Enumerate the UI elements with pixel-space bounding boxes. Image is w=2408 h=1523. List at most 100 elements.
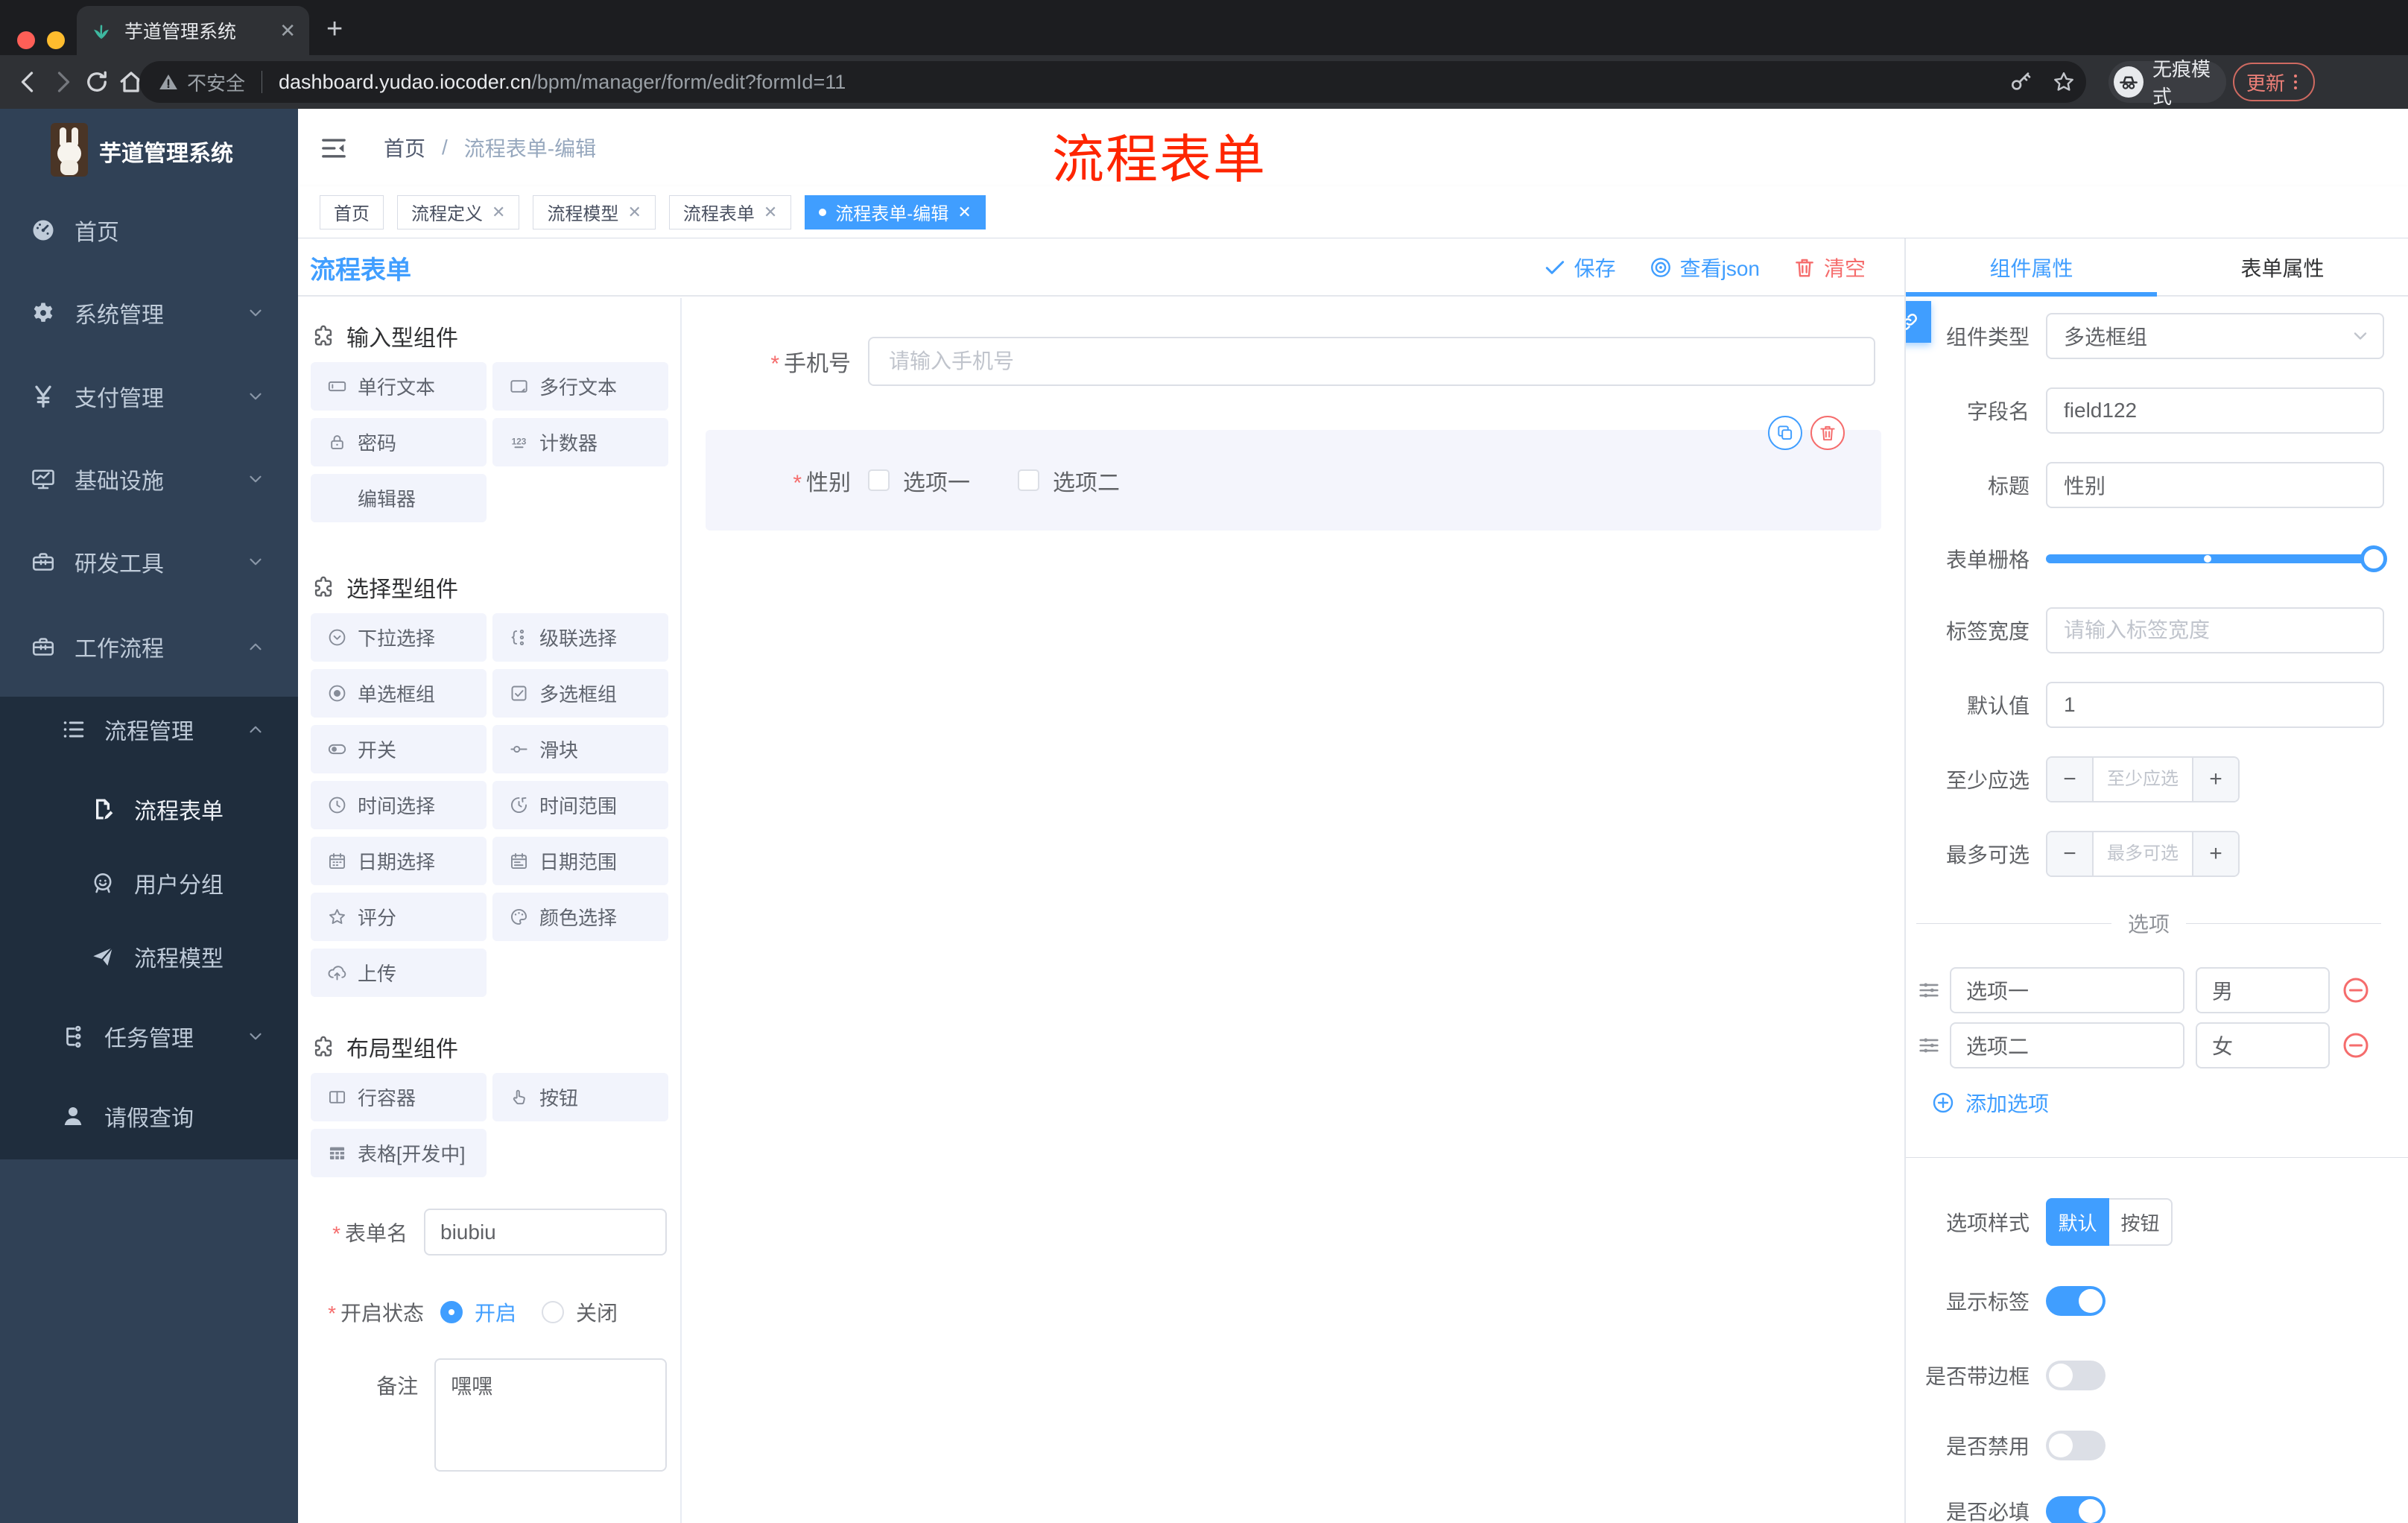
checkbox[interactable] [868, 469, 890, 491]
palette-item-date-picker[interactable]: 日期选择 [311, 837, 487, 885]
sidebar-item-task-mgmt[interactable]: 任务管理 [0, 1004, 298, 1069]
stepper-minus-button[interactable]: − [2047, 758, 2094, 801]
form-canvas[interactable]: *手机号 *性别 选项一 选项二 [683, 298, 1904, 1523]
palette-item-date-range[interactable]: 日期范围 [492, 837, 668, 885]
sidebar-collapse-icon[interactable] [319, 133, 349, 163]
data-binding-link-button[interactable] [1906, 301, 1931, 343]
palette-item-time-range[interactable]: 时间范围 [492, 781, 668, 829]
palette-item-time-picker[interactable]: 时间选择 [311, 781, 487, 829]
close-window-button[interactable] [17, 31, 35, 49]
border-toggle[interactable] [2046, 1361, 2106, 1390]
stepper-plus-button[interactable]: + [2192, 832, 2238, 876]
remark-textarea[interactable]: 嘿嘿 [434, 1358, 667, 1472]
remove-option-icon[interactable] [2341, 1030, 2371, 1060]
sidebar-item-home[interactable]: 首页 [0, 193, 298, 267]
bookmark-star-icon[interactable] [2052, 70, 2076, 94]
breadcrumb-home[interactable]: 首页 [384, 133, 425, 162]
tag-close-icon[interactable]: ✕ [957, 203, 971, 222]
minimize-window-button[interactable] [47, 31, 65, 49]
option-style-default-button[interactable]: 默认 [2046, 1198, 2109, 1246]
stepper-minus-button[interactable]: − [2047, 832, 2094, 876]
palette-item-cascader[interactable]: 级联选择 [492, 613, 668, 662]
disabled-toggle[interactable] [2046, 1431, 2106, 1460]
tag-process-model[interactable]: 流程模型 ✕ [533, 194, 656, 229]
slider-handle[interactable] [2360, 545, 2387, 572]
min-select-input[interactable] [2094, 758, 2192, 801]
sidebar-item-devtools[interactable]: 研发工具 [0, 525, 298, 599]
security-label[interactable]: 不安全 [187, 69, 245, 96]
checkbox[interactable] [1018, 469, 1039, 491]
option-label-input[interactable] [1950, 967, 2184, 1013]
drag-handle-icon[interactable] [1916, 978, 1942, 1003]
save-button[interactable]: 保存 [1543, 253, 1616, 282]
sidebar-item-infra[interactable]: 基础设施 [0, 442, 298, 516]
option-label-input[interactable] [1950, 1022, 2184, 1068]
tag-home[interactable]: 首页 [320, 194, 384, 229]
drag-handle-icon[interactable] [1916, 1033, 1942, 1058]
field-name-input[interactable] [2046, 387, 2384, 434]
palette-item-table[interactable]: 表格[开发中] [311, 1129, 487, 1177]
tag-close-icon[interactable]: ✕ [764, 203, 777, 222]
palette-item-radio-group[interactable]: 单选框组 [311, 669, 487, 718]
status-radio-off[interactable]: 关闭 [542, 1297, 618, 1327]
slider-track[interactable] [2046, 554, 2384, 563]
sidebar-item-process-form[interactable]: 流程表单 [0, 776, 298, 842]
option-value-input[interactable] [2196, 1022, 2330, 1068]
palette-item-row-container[interactable]: 行容器 [311, 1073, 487, 1121]
sidebar-item-system[interactable]: 系统管理 [0, 276, 298, 350]
reload-icon[interactable] [83, 69, 110, 95]
remove-option-icon[interactable] [2341, 975, 2371, 1005]
phone-input[interactable] [868, 337, 1875, 386]
form-name-input[interactable] [424, 1209, 667, 1256]
palette-item-slider[interactable]: 滑块 [492, 725, 668, 773]
palette-item-checkbox-group[interactable]: 多选框组 [492, 669, 668, 718]
view-json-button[interactable]: 查看json [1649, 253, 1760, 282]
label-width-input[interactable] [2046, 607, 2384, 653]
show-label-toggle[interactable] [2046, 1286, 2106, 1316]
sidebar-logo[interactable]: 芋道管理系统 [0, 109, 298, 193]
address-bar[interactable]: 不安全 dashboard.yudao.iocoder.cn/bpm/manag… [139, 61, 2086, 103]
forward-icon[interactable] [49, 69, 76, 95]
palette-item-text-input[interactable]: 单行文本 [311, 362, 487, 411]
sidebar-item-process-model[interactable]: 流程模型 [0, 924, 298, 990]
tab-component-props[interactable]: 组件属性 [1906, 238, 2157, 297]
palette-item-switch[interactable]: 开关 [311, 725, 487, 773]
add-option-button[interactable]: 添加选项 [1931, 1088, 2408, 1118]
tab-form-props[interactable]: 表单属性 [2157, 238, 2408, 297]
max-select-input[interactable] [2094, 832, 2192, 876]
form-grid-slider[interactable] [2046, 545, 2387, 573]
tag-process-form-edit[interactable]: 流程表单-编辑 ✕ [805, 194, 986, 229]
browser-menu-icon[interactable] [2294, 75, 2298, 89]
tab-close-icon[interactable]: ✕ [279, 19, 296, 42]
sidebar-item-process-mgmt[interactable]: 流程管理 [0, 697, 298, 762]
palette-item-password[interactable]: 密码 [311, 418, 487, 466]
palette-item-counter[interactable]: 计数器 [492, 418, 668, 466]
title-input[interactable] [2046, 462, 2384, 508]
browser-tab[interactable]: 芋道管理系统 ✕ [77, 6, 309, 55]
stepper-plus-button[interactable]: + [2192, 758, 2238, 801]
tag-process-definition[interactable]: 流程定义 ✕ [397, 194, 520, 229]
palette-item-rate[interactable]: 评分 [311, 893, 487, 941]
gender-option-2[interactable]: 选项二 [1018, 464, 1120, 497]
sidebar-item-workflow[interactable]: 工作流程 [0, 609, 298, 684]
sidebar-item-leave-query[interactable]: 请假查询 [0, 1083, 298, 1149]
tag-close-icon[interactable]: ✕ [627, 203, 641, 222]
canvas-field-phone[interactable]: * 手机号 [683, 337, 1904, 386]
component-type-select[interactable]: 多选框组 [2046, 313, 2384, 359]
option-style-button-button[interactable]: 按钮 [2109, 1198, 2173, 1246]
status-radio-on[interactable]: 开启 [440, 1297, 516, 1327]
palette-item-select[interactable]: 下拉选择 [311, 613, 487, 662]
key-icon[interactable] [2009, 70, 2032, 94]
browser-update-button[interactable]: 更新 [2233, 63, 2315, 101]
gender-option-1[interactable]: 选项一 [868, 464, 970, 497]
tag-close-icon[interactable]: ✕ [492, 203, 505, 222]
default-value-input[interactable] [2046, 682, 2384, 728]
tag-process-form[interactable]: 流程表单 ✕ [668, 194, 792, 229]
palette-item-button[interactable]: 按钮 [492, 1073, 668, 1121]
palette-item-textarea[interactable]: 多行文本 [492, 362, 668, 411]
required-toggle[interactable] [2046, 1496, 2106, 1523]
sidebar-item-payment[interactable]: 支付管理 [0, 359, 298, 434]
option-value-input[interactable] [2196, 967, 2330, 1013]
clear-button[interactable]: 清空 [1793, 253, 1866, 282]
sidebar-item-user-group[interactable]: 用户分组 [0, 850, 298, 916]
